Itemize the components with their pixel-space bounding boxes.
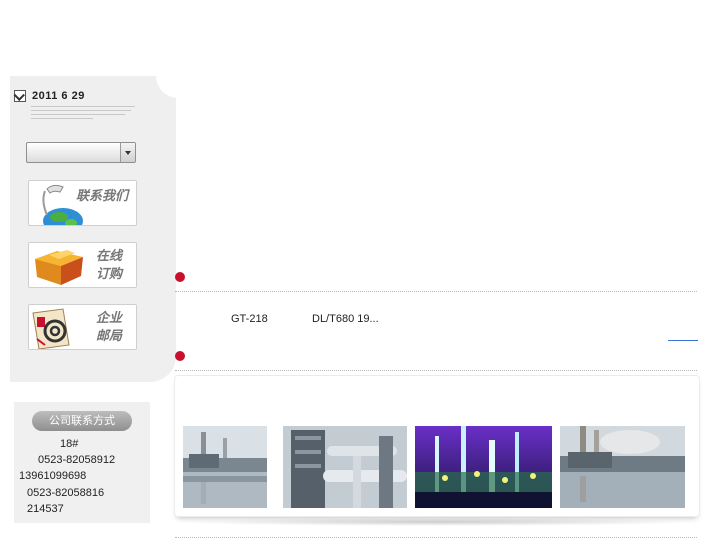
online-order-label-2: 订购 <box>96 266 123 281</box>
news-item-2[interactable]: DL/T680 19... <box>312 313 379 325</box>
enterprise-mail-label-1: 企业 <box>96 310 123 325</box>
contact-info-box: 公司联系方式 18# 0523-82058912 13961099698 052… <box>14 402 150 523</box>
news-item-1[interactable]: GT-218 <box>231 313 268 325</box>
date-text: 2011 6 29 <box>32 90 85 102</box>
contact-phone: 0523-82058912 <box>38 454 116 466</box>
site-select[interactable] <box>26 142 136 163</box>
section-divider <box>175 537 697 538</box>
online-order-label-1: 在线 <box>96 248 123 263</box>
industrial-pipework-image <box>283 426 407 508</box>
contact-address: 18# <box>60 438 79 450</box>
gallery-photo-2[interactable] <box>283 426 407 508</box>
more-link[interactable] <box>668 340 698 341</box>
gift-box-icon <box>35 250 83 285</box>
contact-us-label: 联系我们 <box>76 188 129 203</box>
scrolling-notice <box>31 106 135 122</box>
contact-postcode: 214537 <box>27 503 64 515</box>
power-plant-reflection-image <box>560 426 685 508</box>
date-row: 2011 6 29 <box>14 89 85 103</box>
enterprise-mail-button[interactable]: 企业 邮局 <box>28 304 137 350</box>
gallery-photo-1[interactable] <box>183 426 267 508</box>
email-at-icon <box>32 308 70 349</box>
gallery-photo-4[interactable] <box>560 426 685 508</box>
contact-title: 公司联系方式 <box>32 411 132 431</box>
refinery-night-image <box>415 426 552 508</box>
arrow-box-icon <box>14 90 26 102</box>
section-bullet-icon <box>175 351 185 361</box>
online-order-button[interactable]: 在线 订购 <box>28 242 137 288</box>
chevron-down-icon[interactable] <box>120 143 135 162</box>
section-bullet-icon <box>175 272 185 282</box>
section-divider <box>175 370 697 371</box>
contact-us-button[interactable]: 联系我们 <box>28 180 137 226</box>
power-plant-chimney-image <box>183 426 267 508</box>
enterprise-mail-label-2: 邮局 <box>96 328 123 343</box>
gallery-photo-3[interactable] <box>415 426 552 508</box>
contact-mobile: 13961099698 <box>19 470 87 482</box>
contact-fax: 0523-82058816 <box>27 487 105 499</box>
section-divider <box>175 291 697 292</box>
